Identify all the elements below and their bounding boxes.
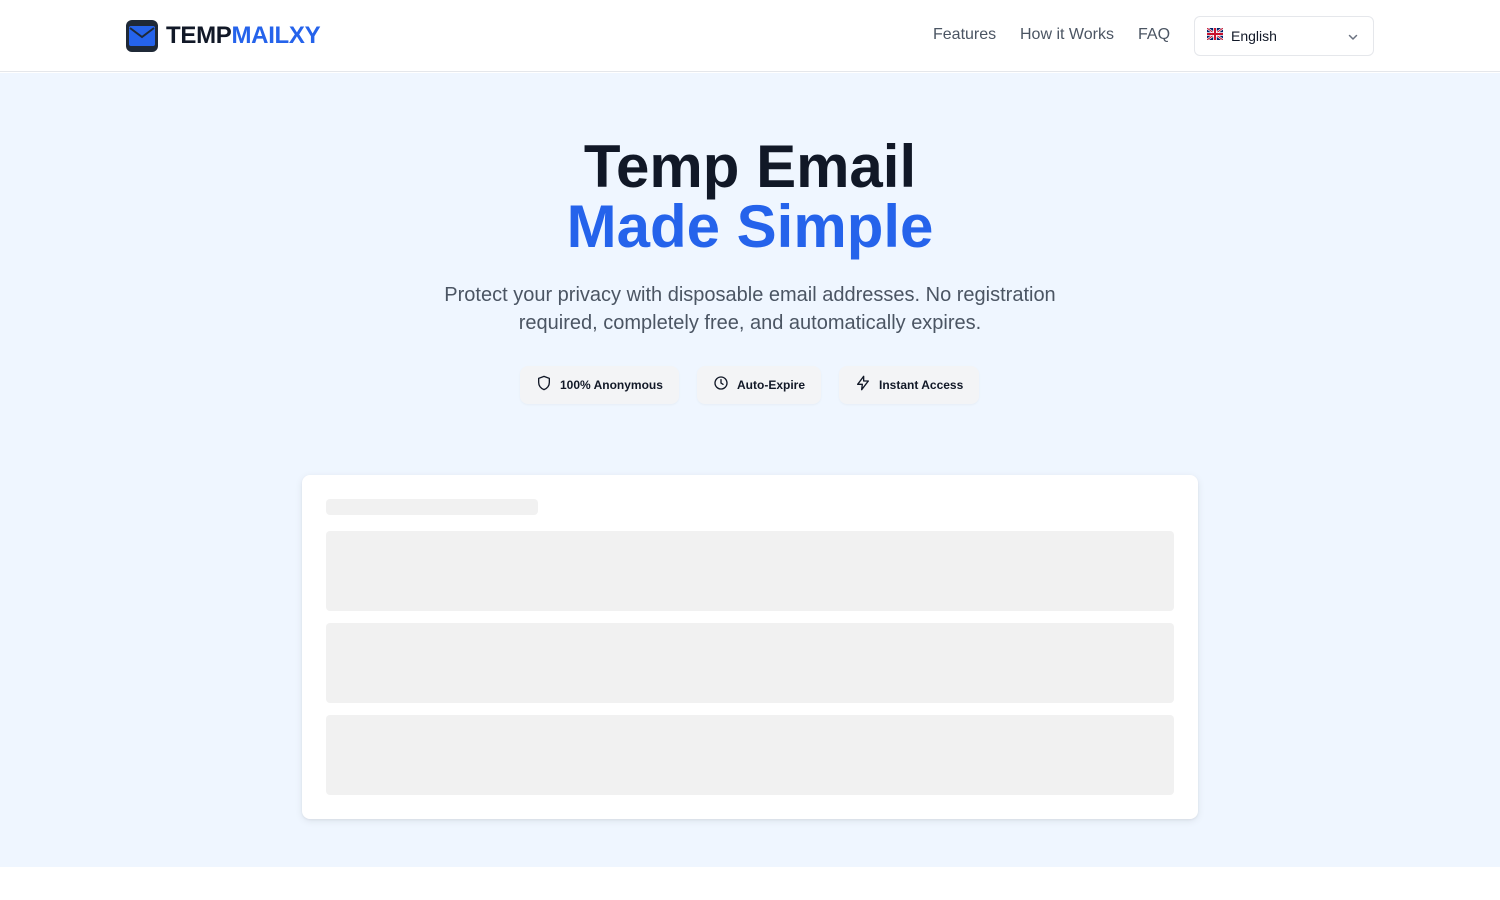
badge-label: 100% Anonymous bbox=[560, 378, 663, 392]
email-card-loading bbox=[302, 475, 1198, 819]
skeleton-block bbox=[326, 531, 1174, 611]
badge-instant-access: Instant Access bbox=[839, 366, 980, 404]
top-navbar: TEMPMAILXY Features How it Works FAQ Eng… bbox=[0, 0, 1500, 72]
language-select[interactable]: English bbox=[1194, 16, 1374, 56]
badge-auto-expire: Auto-Expire bbox=[697, 366, 822, 404]
nav-link-features[interactable]: Features bbox=[933, 26, 996, 44]
skeleton-heading bbox=[326, 499, 538, 515]
shield-icon bbox=[536, 375, 552, 396]
skeleton-block bbox=[326, 623, 1174, 703]
brand-name-part2: MAILXY bbox=[231, 22, 321, 49]
badge-anonymous: 100% Anonymous bbox=[520, 366, 679, 404]
brand-name: TEMPMAILXY bbox=[166, 22, 321, 50]
clock-icon bbox=[713, 375, 729, 396]
nav-link-how-it-works[interactable]: How it Works bbox=[1020, 26, 1114, 44]
hero-section: Temp Email Made Simple Protect your priv… bbox=[0, 73, 1500, 867]
badge-label: Instant Access bbox=[879, 378, 964, 392]
chevron-down-icon bbox=[1347, 30, 1359, 48]
brand-name-part1: TEMP bbox=[166, 22, 232, 49]
skeleton-block bbox=[326, 715, 1174, 795]
hero-subtitle: Protect your privacy with disposable ema… bbox=[444, 284, 1056, 334]
language-selected-label: English bbox=[1231, 28, 1277, 44]
nav-link-faq[interactable]: FAQ bbox=[1138, 26, 1170, 44]
uk-flag-icon bbox=[1206, 27, 1224, 45]
lightning-icon bbox=[855, 375, 871, 396]
hero-title-line1: Temp Email bbox=[583, 133, 917, 200]
brand-logo[interactable]: TEMPMAILXY bbox=[126, 20, 321, 52]
envelope-icon bbox=[126, 20, 158, 52]
badge-label: Auto-Expire bbox=[737, 378, 806, 392]
hero-title-line2: Made Simple bbox=[566, 193, 934, 260]
